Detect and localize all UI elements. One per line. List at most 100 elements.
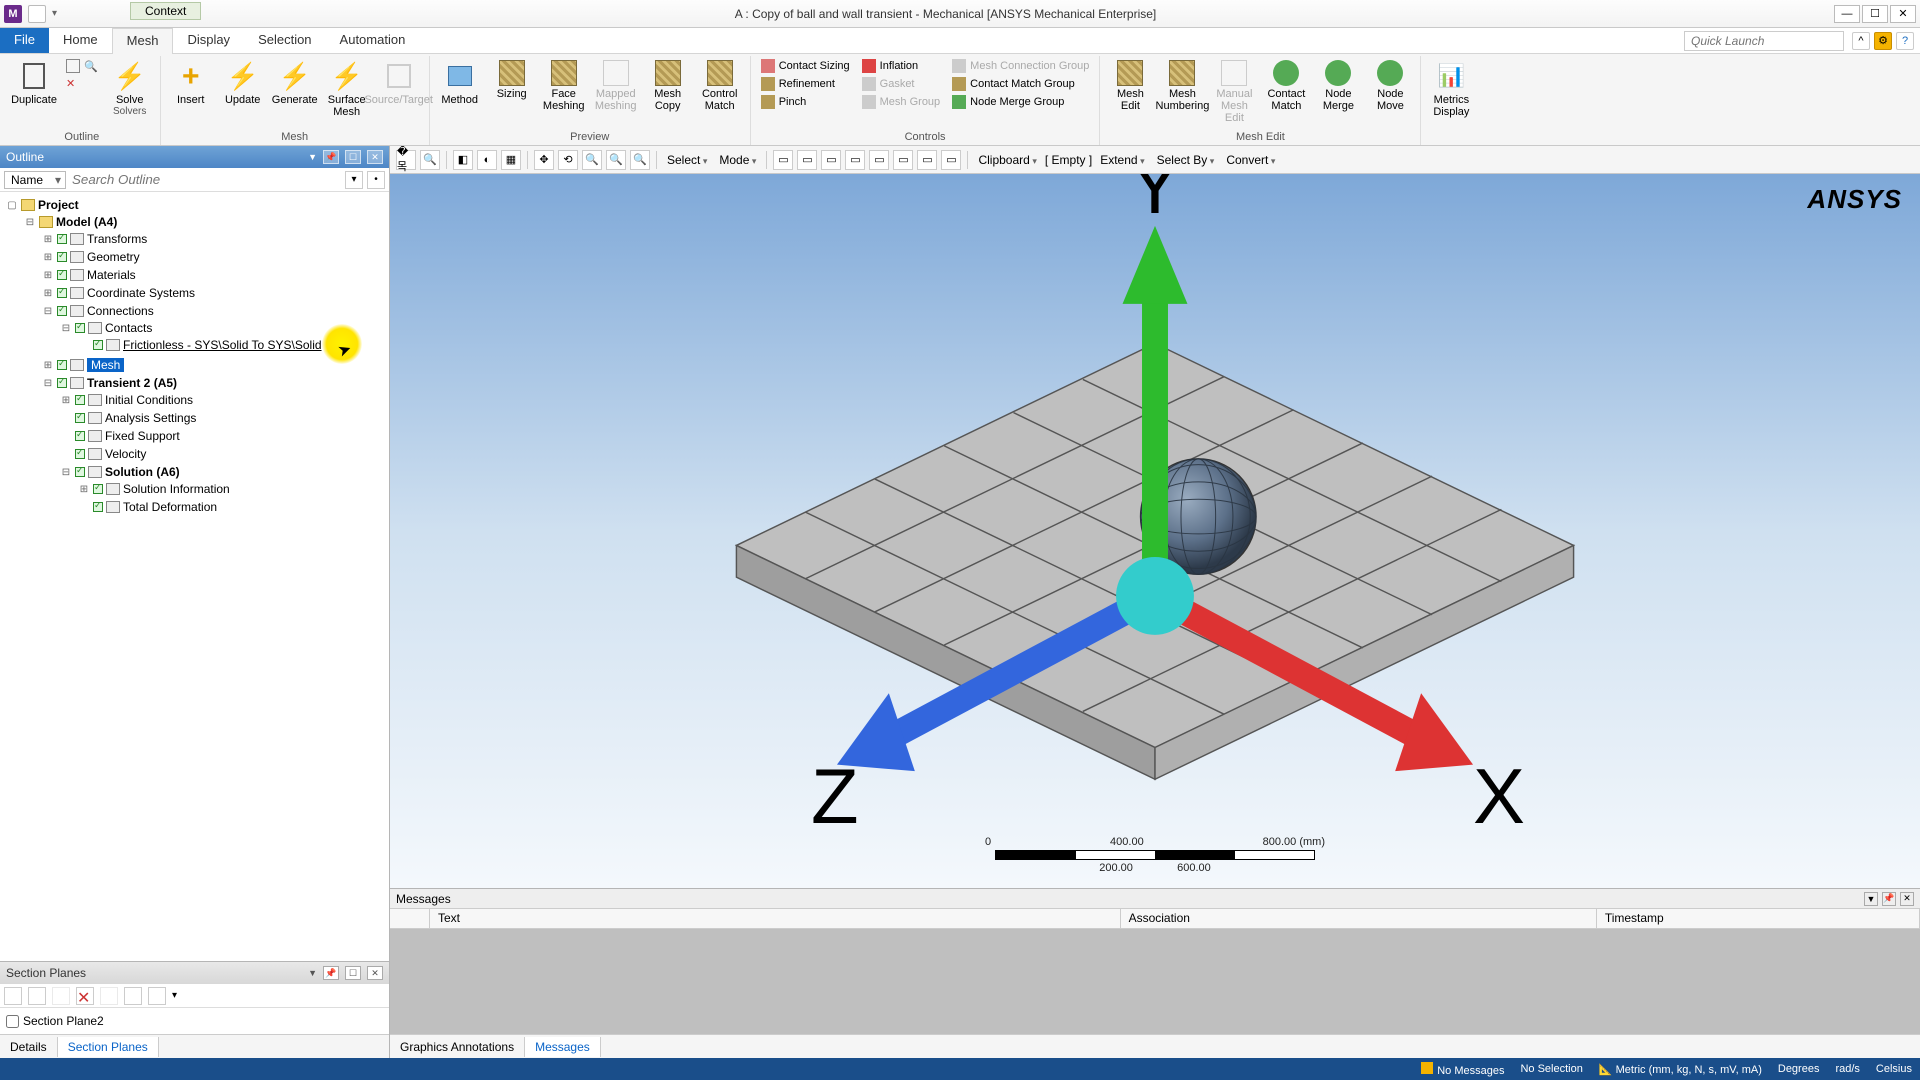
- pinch-button[interactable]: Pinch: [757, 94, 854, 110]
- tab-home[interactable]: Home: [49, 28, 112, 53]
- vt-extend-dropdown[interactable]: Extend: [1096, 153, 1148, 167]
- tree-connections[interactable]: Connections: [87, 304, 154, 318]
- tree-transient[interactable]: Transient 2 (A5): [87, 376, 177, 390]
- node-merge-group-button[interactable]: Node Merge Group: [948, 94, 1093, 110]
- sp-max-icon[interactable]: ☐: [345, 966, 361, 980]
- mesh-connection-group-button[interactable]: Mesh Connection Group: [948, 58, 1093, 74]
- vt-zoom3-icon[interactable]: 🔍: [606, 150, 626, 170]
- tree-materials[interactable]: Materials: [87, 268, 136, 282]
- vt-zoom4-icon[interactable]: 🔍: [630, 150, 650, 170]
- minimize-button[interactable]: —: [1834, 5, 1860, 23]
- tree-geometry[interactable]: Geometry: [87, 250, 140, 264]
- manual-mesh-edit-button[interactable]: Manual Mesh Edit: [1210, 58, 1258, 126]
- tab-automation[interactable]: Automation: [326, 28, 420, 53]
- outline-more-icon[interactable]: •: [367, 171, 385, 189]
- contact-match-button[interactable]: Contact Match: [1262, 58, 1310, 114]
- vt-zoom-icon[interactable]: 🔍: [420, 150, 440, 170]
- outline-tree[interactable]: ▢ Project ⊟ Model (A4) ⊞ Transforms ⊞ Geomet…: [0, 192, 389, 961]
- sp-btn-6[interactable]: [124, 987, 142, 1005]
- insert-button[interactable]: +Insert: [167, 58, 215, 108]
- outline-dropdown-icon[interactable]: ▼: [308, 152, 317, 162]
- outline-name-dropdown[interactable]: Name: [4, 171, 66, 189]
- tab-graphics-annotations[interactable]: Graphics Annotations: [390, 1037, 525, 1057]
- mesh-numbering-button[interactable]: Mesh Numbering: [1158, 58, 1206, 114]
- vt-g5-icon[interactable]: ▭: [869, 150, 889, 170]
- tree-toggle[interactable]: ⊞: [42, 360, 54, 371]
- delete-x-button[interactable]: ✕: [62, 76, 102, 91]
- messages-dd-icon[interactable]: ▼: [1864, 892, 1878, 906]
- messages-col-time[interactable]: Timestamp: [1597, 909, 1920, 928]
- tree-toggle[interactable]: ⊟: [60, 323, 72, 334]
- tree-project[interactable]: Project: [38, 198, 79, 212]
- metrics-display-button[interactable]: 📊Metrics Display: [1427, 58, 1475, 120]
- outline-search-dd-icon[interactable]: ▾: [345, 171, 363, 189]
- sp-btn-7[interactable]: [148, 987, 166, 1005]
- messages-pin-icon[interactable]: 📌: [1882, 892, 1896, 906]
- tree-initial[interactable]: Initial Conditions: [105, 393, 193, 407]
- help-icon[interactable]: ?: [1896, 32, 1914, 50]
- sp-btn-1[interactable]: [4, 987, 22, 1005]
- sizing-button[interactable]: Sizing: [488, 58, 536, 102]
- sp-dropdown-icon[interactable]: ▼: [308, 968, 317, 978]
- outline-pin-icon[interactable]: 📌: [323, 150, 339, 164]
- vt-g4-icon[interactable]: ▭: [845, 150, 865, 170]
- tree-frictionless[interactable]: Frictionless - SYS\Solid To SYS\Solid: [123, 338, 322, 352]
- sp-pin-icon[interactable]: 📌: [323, 966, 339, 980]
- tree-coord[interactable]: Coordinate Systems: [87, 286, 195, 300]
- vt-g1-icon[interactable]: ▭: [773, 150, 793, 170]
- node-merge-button[interactable]: Node Merge: [1314, 58, 1362, 114]
- orientation-triad[interactable]: Y X Z: [390, 174, 1920, 888]
- vt-zoom2-icon[interactable]: 🔍: [582, 150, 602, 170]
- tree-mesh-selected[interactable]: Mesh: [87, 358, 124, 372]
- viewport-3d[interactable]: ANSYS: [390, 174, 1920, 888]
- surface-mesh-button[interactable]: ⚡Surface Mesh: [323, 58, 371, 120]
- tree-toggle[interactable]: ▢: [6, 200, 18, 211]
- tree-transforms[interactable]: Transforms: [87, 232, 147, 246]
- vt-cube-icon[interactable]: ◧: [453, 150, 473, 170]
- tree-toggle[interactable]: ⊞: [42, 252, 54, 263]
- vt-g8-icon[interactable]: ▭: [941, 150, 961, 170]
- tree-fixed[interactable]: Fixed Support: [105, 429, 180, 443]
- tab-selection[interactable]: Selection: [244, 28, 325, 53]
- vt-convert-dropdown[interactable]: Convert: [1222, 153, 1279, 167]
- duplicate-button[interactable]: Duplicate: [10, 58, 58, 108]
- source-target-button[interactable]: Source/Target: [375, 58, 423, 108]
- tree-toggle[interactable]: ⊟: [42, 378, 54, 389]
- mesh-group-button[interactable]: Mesh Group: [858, 94, 945, 110]
- quick-launch-input[interactable]: [1684, 31, 1844, 51]
- section-plane-item[interactable]: Section Plane2: [4, 1012, 385, 1030]
- contact-sizing-button[interactable]: Contact Sizing: [757, 58, 854, 74]
- tree-toggle[interactable]: ⊞: [42, 234, 54, 245]
- tree-toggle[interactable]: ⊞: [42, 288, 54, 299]
- sp-close-icon[interactable]: ✕: [367, 966, 383, 980]
- sp-btn-5[interactable]: [100, 987, 118, 1005]
- close-button[interactable]: ✕: [1890, 5, 1916, 23]
- vt-select-dropdown[interactable]: Select: [663, 153, 711, 167]
- tree-totaldef[interactable]: Total Deformation: [123, 500, 217, 514]
- refinement-button[interactable]: Refinement: [757, 76, 854, 92]
- status-no-messages[interactable]: No Messages: [1421, 1062, 1504, 1077]
- vt-clipboard-dropdown[interactable]: Clipboard: [974, 153, 1040, 167]
- tree-toggle[interactable]: ⊟: [60, 467, 72, 478]
- sp-btn-3[interactable]: [52, 987, 70, 1005]
- outline-max-icon[interactable]: ☐: [345, 150, 361, 164]
- tree-solinfo[interactable]: Solution Information: [123, 482, 230, 496]
- messages-close-icon[interactable]: ✕: [1900, 892, 1914, 906]
- tree-model[interactable]: Model (A4): [56, 215, 117, 229]
- outline-search-input[interactable]: [70, 170, 341, 189]
- sp-btn-2[interactable]: [28, 987, 46, 1005]
- node-move-button[interactable]: Node Move: [1366, 58, 1414, 114]
- outline-close-icon[interactable]: ✕: [367, 150, 383, 164]
- maximize-button[interactable]: ☐: [1862, 5, 1888, 23]
- options-icon[interactable]: ⚙: [1874, 32, 1892, 50]
- messages-col-assoc[interactable]: Association: [1121, 909, 1597, 928]
- tab-section-planes[interactable]: Section Planes: [58, 1037, 159, 1057]
- generate-button[interactable]: ⚡Generate: [271, 58, 319, 108]
- tree-velocity[interactable]: Velocity: [105, 447, 146, 461]
- tree-toggle[interactable]: ⊞: [42, 270, 54, 281]
- solve-button[interactable]: ⚡SolveSolvers: [106, 58, 154, 119]
- method-button[interactable]: Method: [436, 58, 484, 108]
- ribbon-collapse-icon[interactable]: ^: [1852, 32, 1870, 50]
- inflation-button[interactable]: Inflation: [858, 58, 945, 74]
- vt-rotate-icon[interactable]: ⟲: [558, 150, 578, 170]
